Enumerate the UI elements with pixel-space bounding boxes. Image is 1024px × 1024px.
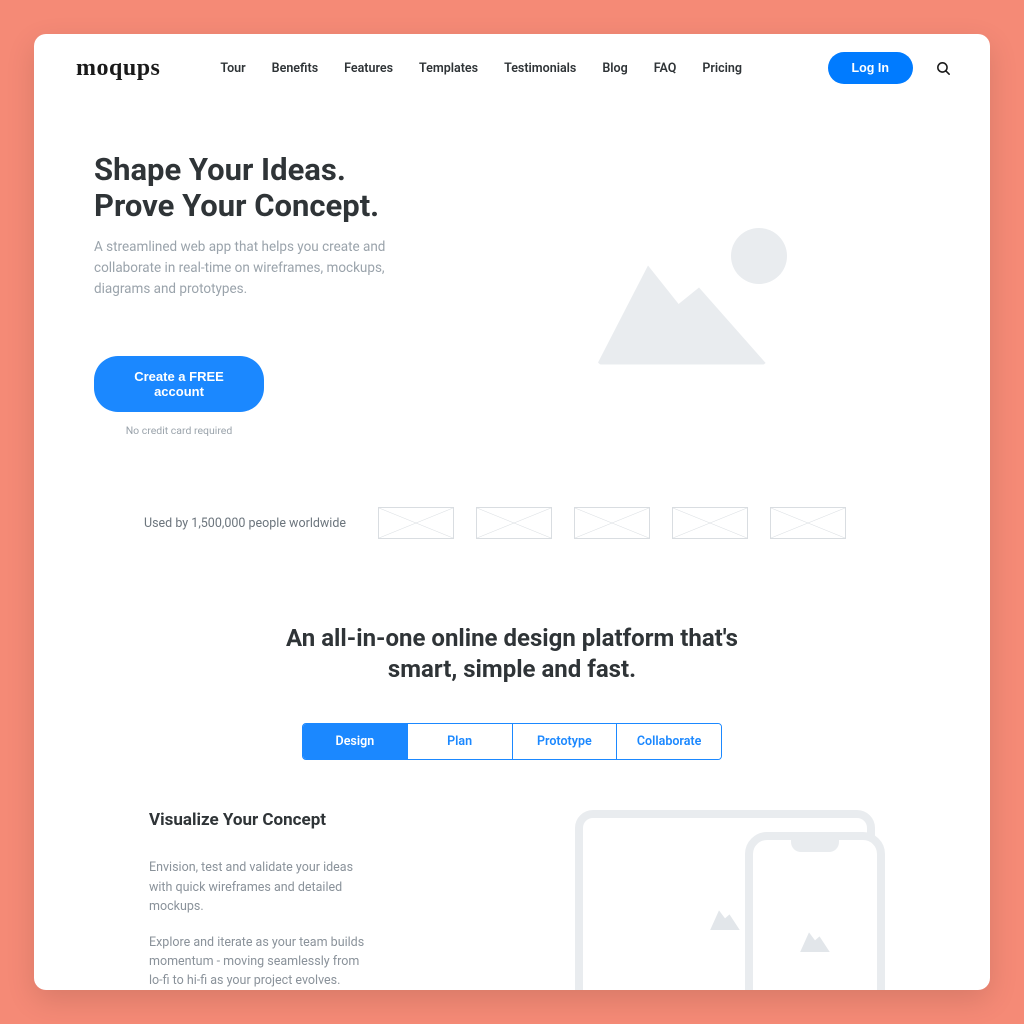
nav-features[interactable]: Features [344,61,393,76]
create-account-button[interactable]: Create a FREE account [94,356,264,412]
logo-placeholder [672,507,748,539]
image-placeholder-icon [800,932,830,952]
nav-benefits[interactable]: Benefits [272,61,318,76]
tab-prototype[interactable]: Prototype [513,724,618,759]
nav-blog[interactable]: Blog [602,61,627,76]
logo[interactable]: moqups [76,55,160,82]
cta-wrap: Create a FREE account No credit card req… [94,356,264,437]
nav-tour[interactable]: Tour [220,61,245,76]
section-para: Explore and iterate as your team builds … [149,933,369,990]
image-placeholder-icon [587,210,797,380]
section-title: An all-in-one online design platform tha… [282,623,742,685]
visualize-heading: Visualize Your Concept [149,810,369,830]
logo-placeholder [476,507,552,539]
section-body: Visualize Your Concept Envision, test an… [94,810,930,990]
image-placeholder-icon [710,910,740,930]
hero-title: Shape Your Ideas. Prove Your Concept. [94,152,414,223]
device-mockups [399,810,875,990]
hero-title-line2: Prove Your Concept. [94,187,379,224]
tab-collaborate[interactable]: Collaborate [617,724,721,759]
tab-design[interactable]: Design [303,724,408,759]
hero: Shape Your Ideas. Prove Your Concept. A … [34,102,990,467]
cta-note: No credit card required [94,424,264,437]
hero-title-line1: Shape Your Ideas. [94,151,346,188]
section-text: Visualize Your Concept Envision, test an… [149,810,369,990]
nav-faq[interactable]: FAQ [654,61,677,76]
nav-templates[interactable]: Templates [419,61,478,76]
header-right: Log In [828,52,953,84]
platform-section: An all-in-one online design platform tha… [34,575,990,990]
header: moqups Tour Benefits Features Templates … [34,34,990,102]
customer-logos-row: Used by 1,500,000 people worldwide [34,467,990,575]
search-icon[interactable] [935,60,952,77]
hero-subtitle: A streamlined web app that helps you cre… [94,237,414,300]
login-button[interactable]: Log In [828,52,914,84]
main-nav: Tour Benefits Features Templates Testimo… [220,61,742,76]
logo-placeholder [574,507,650,539]
used-by-text: Used by 1,500,000 people worldwide [144,516,346,531]
section-para: Envision, test and validate your ideas w… [149,858,369,916]
sun-icon [731,228,787,284]
nav-pricing[interactable]: Pricing [702,61,742,76]
page: moqups Tour Benefits Features Templates … [34,34,990,990]
phone-notch-icon [791,840,839,852]
logo-placeholder [378,507,454,539]
hero-image-placeholder [454,152,930,437]
tab-plan[interactable]: Plan [408,724,513,759]
feature-tabs: Design Plan Prototype Collaborate [302,723,722,760]
logo-placeholder [770,507,846,539]
hero-left: Shape Your Ideas. Prove Your Concept. A … [94,152,414,437]
nav-testimonials[interactable]: Testimonials [504,61,576,76]
phone-mockup [745,832,885,990]
